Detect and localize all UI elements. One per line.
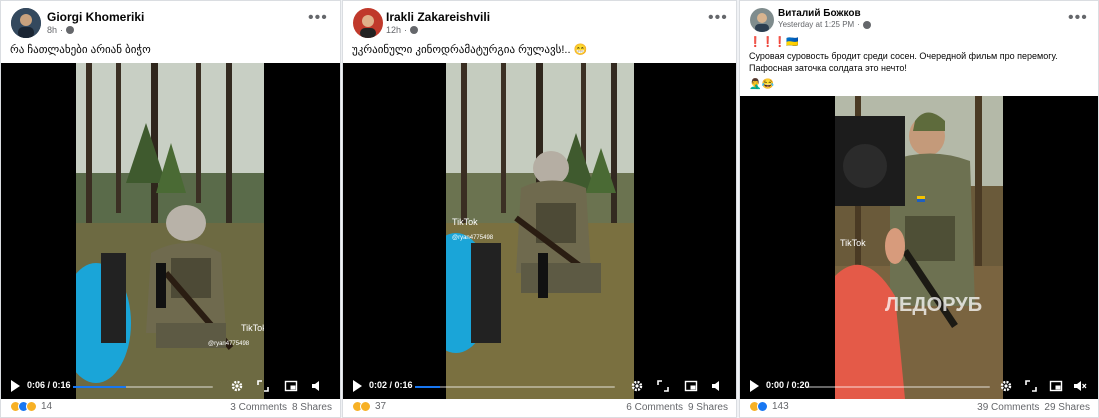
volume-icon[interactable] (710, 379, 724, 393)
more-options-icon[interactable]: ••• (708, 10, 728, 26)
avatar-image (750, 8, 774, 32)
post-card: Irakli Zakareishvili 12h · ••• უკრაინული … (342, 0, 737, 418)
comments-count[interactable]: 6 Comments (626, 402, 683, 413)
author-avatar[interactable] (353, 8, 383, 38)
post-card: Виталий Божков Yesterday at 1:25 PM · •••… (739, 0, 1099, 418)
author-avatar[interactable] (11, 8, 41, 38)
video-progress-bar[interactable] (73, 386, 213, 388)
video-thumbnail: TikTok @ryan4775498 (446, 63, 634, 399)
shares-count[interactable]: 8 Shares (292, 402, 332, 413)
author-name[interactable]: Irakli Zakareishvili (386, 10, 490, 24)
play-icon[interactable] (750, 380, 759, 392)
post-footer: 14 3 Comments 8 Shares (1, 399, 340, 417)
video-progress-bar[interactable] (415, 386, 615, 388)
video-controls: 0:06 / 0:16 (1, 373, 340, 399)
post-text: რა ჩათლახები არიან ბიჭო (10, 44, 151, 56)
post-stats: 39 Comments 29 Shares (977, 402, 1090, 413)
video-overlay-text: ЛЕДОРУБ (885, 294, 982, 316)
post-stats: 6 Comments 9 Shares (626, 402, 728, 413)
globe-icon (862, 20, 871, 29)
video-thumbnail: TikTok ЛЕДОРУБ (835, 96, 1003, 399)
expand-icon[interactable] (1024, 379, 1038, 393)
comments-count[interactable]: 3 Comments (230, 402, 287, 413)
post-text: უკრაინული კინოდრამატურგია რულავს!.. 😁 (352, 44, 588, 56)
author-name[interactable]: Виталий Божков (778, 8, 861, 19)
reaction-count: 14 (41, 401, 53, 412)
globe-icon (410, 26, 419, 34)
like-reaction-icon (757, 401, 768, 412)
more-options-icon[interactable]: ••• (1068, 10, 1088, 26)
shares-count[interactable]: 9 Shares (688, 402, 728, 413)
video-thumbnail: TikTok @ryan4775498 (76, 63, 264, 399)
post-card: Giorgi Khomeriki 8h · ••• რა ჩათლახები არ… (0, 0, 341, 418)
expand-icon[interactable] (256, 379, 270, 393)
video-time: 0:00 / 0:20 (766, 380, 810, 390)
post-meta: 8h · (47, 25, 75, 35)
wow-reaction-icon (360, 401, 371, 412)
video-watermark-user: @ryan4775498 (208, 341, 250, 347)
post-text-emoji: 🤦‍♂️😂 (749, 79, 774, 90)
video-progress-fill (73, 386, 126, 388)
video-controls: 0:00 / 0:20 (740, 373, 1098, 399)
post-stats: 3 Comments 8 Shares (230, 402, 332, 413)
video-progress-fill (415, 386, 440, 388)
author-avatar[interactable] (750, 8, 774, 32)
avatar-image (353, 8, 383, 38)
video-watermark-user: @ryan4775498 (452, 235, 494, 241)
play-icon[interactable] (11, 380, 20, 392)
volume-icon[interactable] (310, 379, 324, 393)
picture-in-picture-icon[interactable] (284, 379, 298, 393)
globe-icon (66, 26, 75, 34)
reaction-count: 37 (375, 401, 387, 412)
reactions[interactable]: 37 (352, 401, 386, 412)
reactions[interactable]: 143 (749, 401, 789, 412)
expand-icon[interactable] (656, 379, 670, 393)
post-text-line: Пафосная заточка солдата это нечто! (749, 63, 907, 73)
feed: Giorgi Khomeriki 8h · ••• რა ჩათლახები არ… (0, 0, 1099, 418)
comments-count[interactable]: 39 Comments (977, 402, 1039, 413)
video-frame: TikTok @ryan4775498 (76, 63, 264, 399)
video-player[interactable]: TikTok @ryan4775498 0:06 / 0:16 (1, 63, 340, 399)
post-footer: 37 6 Comments 9 Shares (343, 399, 736, 417)
video-time: 0:02 / 0:16 (369, 380, 413, 390)
settings-icon[interactable] (230, 379, 244, 393)
post-time[interactable]: 8h (47, 25, 57, 35)
shares-count[interactable]: 29 Shares (1044, 402, 1090, 413)
play-icon[interactable] (353, 380, 362, 392)
author-name[interactable]: Giorgi Khomeriki (47, 10, 144, 24)
post-footer: 143 39 Comments 29 Shares (740, 399, 1098, 417)
post-meta: 12h · (386, 25, 419, 35)
post-time[interactable]: Yesterday at 1:25 PM (778, 20, 854, 29)
video-controls: 0:02 / 0:16 (343, 373, 736, 399)
post-time[interactable]: 12h (386, 25, 401, 35)
video-player[interactable]: TikTok ЛЕДОРУБ 0:00 / 0:20 (740, 96, 1098, 399)
video-frame: TikTok ЛЕДОРУБ (835, 96, 1003, 399)
reaction-count: 143 (772, 401, 789, 412)
video-progress-bar[interactable] (806, 386, 990, 388)
wow-reaction-icon (26, 401, 37, 412)
video-frame: TikTok @ryan4775498 (446, 63, 634, 399)
settings-icon[interactable] (630, 379, 644, 393)
video-watermark: TikTok (840, 238, 866, 248)
muted-volume-icon[interactable] (1073, 379, 1087, 393)
settings-icon[interactable] (999, 379, 1013, 393)
avatar-image (11, 8, 41, 38)
video-time: 0:06 / 0:16 (27, 380, 71, 390)
video-watermark: TikTok (452, 217, 478, 227)
video-player[interactable]: TikTok @ryan4775498 0:02 / 0:16 (343, 63, 736, 399)
picture-in-picture-icon[interactable] (1049, 379, 1063, 393)
more-options-icon[interactable]: ••• (308, 10, 328, 26)
picture-in-picture-icon[interactable] (684, 379, 698, 393)
reactions[interactable]: 14 (10, 401, 52, 412)
post-text-flags: ❗❗❗🇺🇦 (749, 37, 799, 48)
post-meta: Yesterday at 1:25 PM · (778, 20, 871, 29)
video-watermark: TikTok (241, 323, 264, 333)
